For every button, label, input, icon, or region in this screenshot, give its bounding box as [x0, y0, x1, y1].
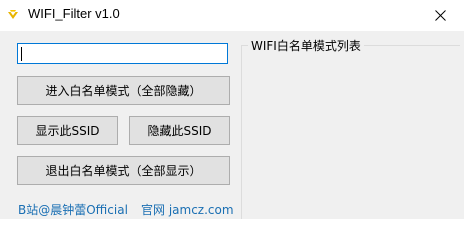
website-link[interactable]: 官网 jamcz.com: [141, 201, 234, 218]
whitelist-groupbox: [241, 45, 460, 219]
title-bar[interactable]: WIFI_Filter v1.0: [0, 0, 464, 31]
ssid-input[interactable]: [17, 43, 228, 64]
bilibili-link[interactable]: B站@晨钟蕾Official: [18, 201, 128, 218]
whitelist-groupbox-title: WIFI白名单模式列表: [248, 37, 364, 54]
close-button[interactable]: [418, 0, 464, 31]
hide-ssid-button[interactable]: 隐藏此SSID: [129, 116, 230, 145]
client-area: 进入白名单模式（全部隐藏） 显示此SSID 隐藏此SSID 退出白名单模式（全部…: [0, 31, 464, 219]
window-title: WIFI_Filter v1.0: [28, 6, 120, 21]
enter-whitelist-button[interactable]: 进入白名单模式（全部隐藏）: [17, 76, 230, 105]
close-icon: [435, 10, 446, 21]
app-window: WIFI_Filter v1.0 进入白名单模式（全部隐藏） 显示此SSID 隐…: [0, 0, 464, 219]
text-caret: [21, 47, 22, 61]
app-icon: [7, 8, 19, 20]
exit-whitelist-button[interactable]: 退出白名单模式（全部显示）: [17, 156, 230, 185]
show-ssid-button[interactable]: 显示此SSID: [17, 116, 118, 145]
